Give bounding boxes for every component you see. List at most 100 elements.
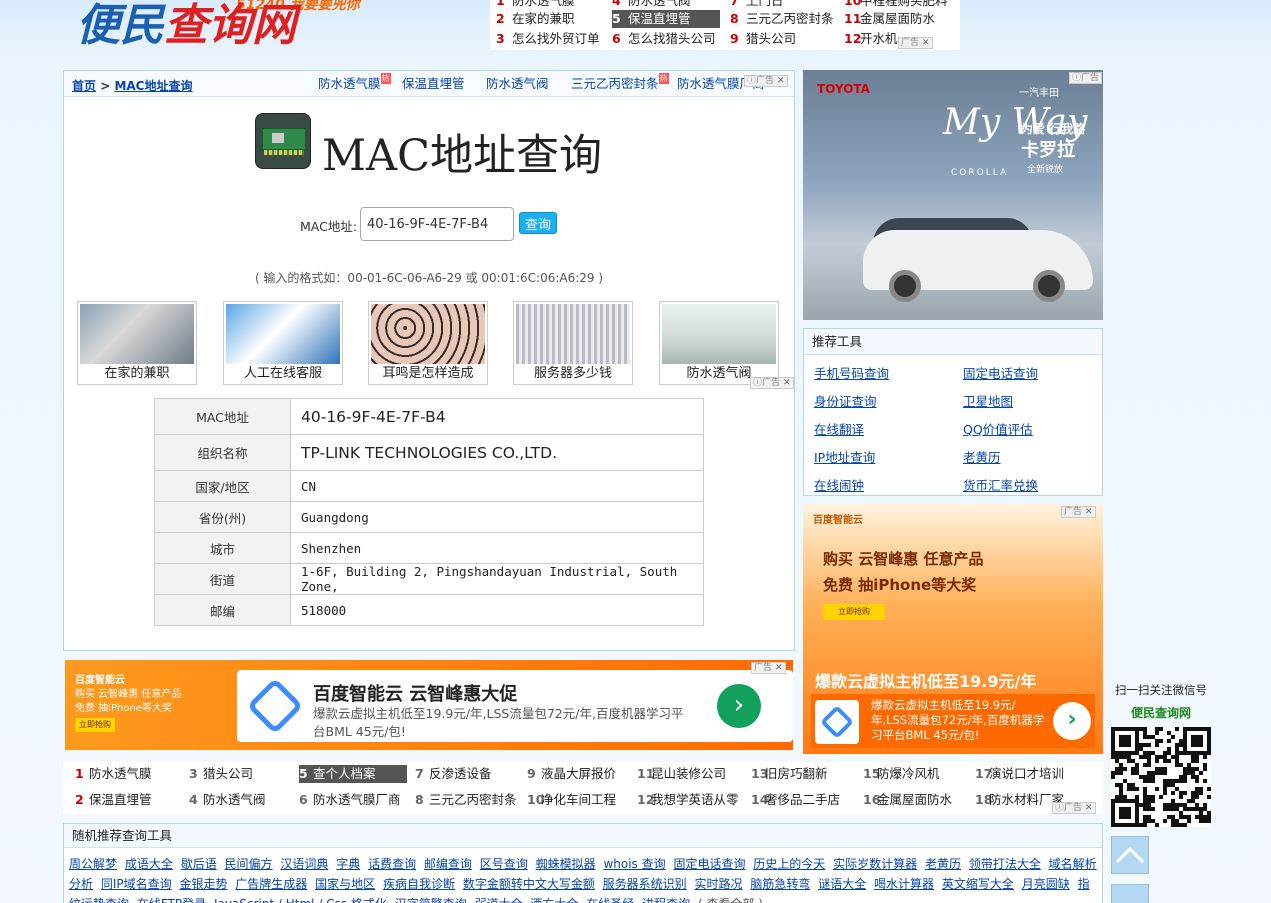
- ad-label[interactable]: ⓘ广告 ✕: [750, 377, 794, 389]
- random-tool-link[interactable]: 广告牌生成器: [235, 877, 307, 891]
- top-ad-item[interactable]: 10中程程购买肥料: [844, 0, 954, 10]
- top-ad-item[interactable]: 4 防水透气阀: [612, 0, 720, 10]
- rank-item[interactable]: 3 猎头公司: [189, 765, 253, 783]
- random-tool-link[interactable]: 疾病自我诊断: [383, 877, 455, 891]
- rank-item[interactable]: 16金属屋面防水: [863, 791, 952, 809]
- banner-ad[interactable]: 百度智能云 购买 云智峰惠 任意产品 免费 抽iPhone等大奖 立即抢购 百度…: [65, 660, 793, 750]
- random-tool-link[interactable]: 酒方大全: [530, 897, 578, 903]
- thumb-ad[interactable]: 在家的兼职: [77, 301, 197, 385]
- thumb-ad[interactable]: 防水透气阀: [659, 301, 779, 385]
- top-ad-item[interactable]: 6 怎么找猎头公司: [612, 30, 720, 48]
- thumb-ad[interactable]: 人工在线客服: [223, 301, 343, 385]
- random-tool-link[interactable]: whois 查询: [603, 857, 665, 871]
- random-tool-link[interactable]: 服务器系统识别: [603, 877, 687, 891]
- top-ad-item[interactable]: 3 怎么找外贸订单: [496, 30, 606, 48]
- recommend-tool-link[interactable]: 在线翻译: [814, 419, 864, 438]
- rank-item[interactable]: 15防爆冷风机: [863, 765, 940, 783]
- random-tool-link[interactable]: 月亮圆缺: [1022, 877, 1070, 891]
- breadcrumb-ad-link[interactable]: 保温直埋管: [402, 73, 465, 92]
- random-tool-link[interactable]: 数字金额转中文大写金额: [463, 877, 595, 891]
- ad-label[interactable]: ⓘ广告: [1069, 72, 1103, 84]
- breadcrumb-home[interactable]: 首页: [72, 79, 96, 93]
- feedback-button[interactable]: [1111, 884, 1149, 903]
- rank-item[interactable]: 6 防水透气膜厂商: [299, 791, 401, 809]
- ad-label[interactable]: 广告 ✕: [751, 662, 786, 674]
- top-ad-item[interactable]: 5 保温直埋管: [612, 10, 720, 28]
- random-tool-link[interactable]: JavaScript / Html / Css 格式化: [214, 897, 387, 903]
- random-tool-link[interactable]: 区号查询: [480, 857, 528, 871]
- recommend-tool-link[interactable]: IP地址查询: [814, 447, 875, 466]
- query-button[interactable]: 查询: [519, 212, 557, 234]
- random-tool-link[interactable]: 歇后语: [181, 857, 217, 871]
- arrow-right-icon[interactable]: ›: [1053, 702, 1091, 740]
- rank-item[interactable]: 2 保温直埋管: [75, 791, 152, 809]
- rank-item[interactable]: 10净化车间工程: [527, 791, 616, 809]
- rank-item[interactable]: 1 防水透气膜: [75, 765, 152, 783]
- random-tool-link[interactable]: 实际岁数计算器: [833, 857, 917, 871]
- random-tool-link[interactable]: 邮编查询: [424, 857, 472, 871]
- recommend-tool-link[interactable]: 手机号码查询: [814, 363, 889, 382]
- back-to-top-button[interactable]: [1111, 836, 1149, 876]
- top-ad-item[interactable]: 1 防水透气膜: [496, 0, 606, 10]
- random-tool-link[interactable]: 国家与地区: [315, 877, 375, 891]
- top-ad-item[interactable]: 11金属屋面防水: [844, 10, 954, 28]
- breadcrumb-ad-link[interactable]: 防水透气膜热: [318, 73, 391, 92]
- ad-label[interactable]: ⓘ广告 ✕: [744, 75, 788, 87]
- recommend-tool-link[interactable]: 卫星地图: [963, 391, 1013, 410]
- random-tool-link[interactable]: 领带打法大全: [969, 857, 1041, 871]
- random-tool-link[interactable]: 固定电话查询: [673, 857, 745, 871]
- rank-item[interactable]: 4 防水透气阀: [189, 791, 266, 809]
- cloud-ad[interactable]: 百度智能云 购买 云智峰惠 任意产品 免费 抽iPhone等大奖 立即抢购 爆款…: [803, 504, 1103, 754]
- rank-item[interactable]: 7 反渗透设备: [415, 765, 492, 783]
- recommend-tool-link[interactable]: 身份证查询: [814, 391, 877, 410]
- random-tool-link[interactable]: 汉字简繁查询: [395, 897, 467, 903]
- random-tool-link[interactable]: 脑筋急转弯: [750, 877, 810, 891]
- random-tool-link[interactable]: 谜语大全: [818, 877, 866, 891]
- top-ad-item[interactable]: 2 在家的兼职: [496, 10, 606, 28]
- random-tool-link[interactable]: 成语大全: [125, 857, 173, 871]
- recommend-tool-link[interactable]: 固定电话查询: [963, 363, 1038, 382]
- arrow-right-icon[interactable]: ›: [717, 684, 761, 728]
- rank-item[interactable]: 13旧房巧翻新: [751, 765, 828, 783]
- random-tool-link[interactable]: 金银走势: [179, 877, 227, 891]
- ad-label[interactable]: ⓘ广告 ✕: [1052, 802, 1096, 814]
- top-ad-item[interactable]: 7 上门日: [730, 0, 838, 10]
- breadcrumb-ad-link[interactable]: 防水透气阀: [486, 73, 549, 92]
- cloud-ad-button[interactable]: 立即抢购: [823, 604, 885, 620]
- rank-item[interactable]: 14奢侈品二手店: [751, 791, 840, 809]
- top-ad-item[interactable]: 8 三元乙丙密封条: [730, 10, 838, 28]
- recommend-tool-link[interactable]: 在线闹钟: [814, 475, 864, 494]
- recommend-tool-link[interactable]: QQ价值评估: [963, 419, 1033, 438]
- random-tool-link[interactable]: 汉语词典: [280, 857, 328, 871]
- breadcrumb-current[interactable]: MAC地址查询: [114, 79, 192, 93]
- breadcrumb-ad-link[interactable]: 三元乙丙密封条热: [571, 73, 669, 92]
- random-tool-link[interactable]: 蜘蛛模拟器: [536, 857, 596, 871]
- random-tool-link[interactable]: 老黄历: [925, 857, 961, 871]
- random-tool-link[interactable]: 民间偏方: [225, 857, 273, 871]
- top-ad-item[interactable]: 9 猎头公司: [730, 30, 838, 48]
- random-tool-link[interactable]: 进程查询: [642, 897, 690, 903]
- thumb-ad[interactable]: 服务器多少钱: [513, 301, 633, 385]
- random-tool-link[interactable]: 话费查询: [368, 857, 416, 871]
- banner-card[interactable]: 百度智能云 云智峰惠大促 爆款云虚拟主机低至19.9元/年,LSS流量包72元/…: [237, 670, 793, 742]
- rank-item[interactable]: 17演说口才培训: [975, 765, 1064, 783]
- close-icon[interactable]: ✕: [922, 38, 930, 48]
- random-tool-link[interactable]: 在线FTP登录: [137, 897, 206, 903]
- random-tool-link[interactable]: 同IP域名查询: [101, 877, 172, 891]
- random-tool-link[interactable]: 英文缩写大全: [942, 877, 1014, 891]
- recommend-tool-link[interactable]: 货币汇率兑换: [963, 475, 1038, 494]
- random-tool-link[interactable]: 字典: [336, 857, 360, 871]
- random-tool-link[interactable]: 实时路况: [695, 877, 743, 891]
- rank-item[interactable]: 8 三元乙丙密封条: [415, 791, 517, 809]
- rank-item[interactable]: 18防水材料厂家: [975, 791, 1064, 809]
- rank-item[interactable]: 5 查个人档案: [299, 765, 407, 783]
- random-tool-link[interactable]: 弱道大全: [475, 897, 523, 903]
- ad-label[interactable]: 广告 ✕: [898, 37, 933, 49]
- toyota-ad[interactable]: TOYOTA 一汽丰田 My Way COROLLA 为爱 行我路 卡罗拉 全新…: [803, 70, 1103, 320]
- random-tool-link[interactable]: 历史上的今天: [753, 857, 825, 871]
- random-tool-link[interactable]: 在线圣经: [586, 897, 634, 903]
- site-logo[interactable]: 51240 我要要兜你 便民查询网: [76, 0, 376, 60]
- rank-item[interactable]: 11昆山装修公司: [637, 765, 726, 783]
- thumb-ad[interactable]: 耳鸣是怎样造成: [368, 301, 488, 385]
- mac-input[interactable]: [360, 207, 514, 241]
